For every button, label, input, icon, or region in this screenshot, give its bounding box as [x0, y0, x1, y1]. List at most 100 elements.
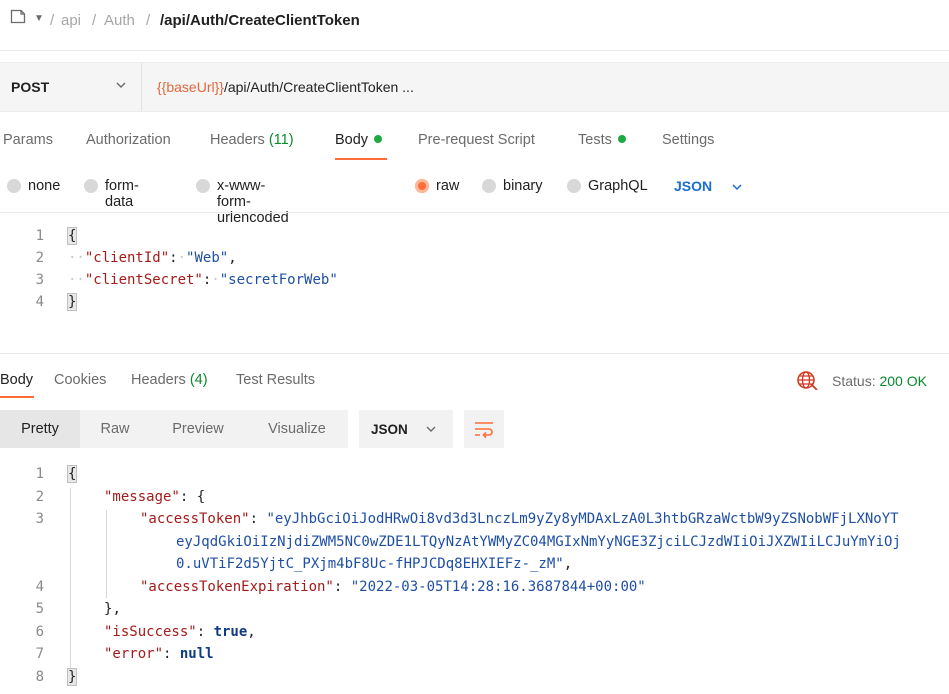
line-number: 6	[35, 624, 44, 640]
json-value: "2022-03-05T14:28:16.3687844+00:00"	[350, 579, 646, 595]
code-line: ··"clientSecret":·"secretForWeb"	[68, 272, 338, 288]
code-line: "isSuccess": true,	[104, 624, 256, 640]
view-preview[interactable]: Preview	[150, 410, 246, 448]
code-line: "accessToken": "eyJhbGciOiJodHRwOi8vd3d3…	[140, 511, 899, 527]
tab-settings[interactable]: Settings	[662, 132, 714, 148]
code-line: }	[66, 293, 78, 311]
tab-headers-label: Headers	[210, 132, 265, 148]
radio-label-none[interactable]: none	[28, 178, 60, 194]
breadcrumb-separator: /	[92, 12, 97, 29]
code-line: },	[104, 601, 121, 617]
code-line-wrapped: 0.uVTiF2d5YjtC_PXjm4bF8Uc-fHPJCDq8EHXIEF…	[176, 556, 573, 572]
tab-headers[interactable]: Headers (11)	[210, 132, 294, 148]
indent-guide	[106, 510, 107, 598]
code-line: }	[66, 668, 78, 686]
json-key: "accessToken"	[140, 511, 250, 527]
brace: {	[196, 489, 206, 505]
radio-binary[interactable]	[482, 179, 496, 193]
divider	[141, 63, 142, 111]
tab-tests[interactable]: Tests	[578, 132, 626, 148]
json-key: "error"	[104, 646, 164, 662]
chevron-down-icon[interactable]	[731, 181, 743, 193]
radio-form-data[interactable]	[84, 179, 98, 193]
view-visualize[interactable]: Visualize	[246, 410, 348, 448]
line-number: 5	[35, 601, 44, 617]
url-path: /api/Auth/CreateClientToken ...	[223, 79, 414, 95]
brace: {	[66, 227, 78, 245]
code-line-wrapped: eyJqdGkiOiIzNjdiZWM5NC0wZDE1LTQyNzAtYWMy…	[176, 534, 901, 550]
line-number: 4	[35, 294, 44, 310]
breadcrumb-separator: /	[146, 12, 151, 29]
radio-label-graphql[interactable]: GraphQL	[588, 178, 648, 194]
breadcrumb-separator: /	[50, 12, 55, 29]
caret-down-icon[interactable]: ▼	[34, 13, 44, 24]
wrap-lines-icon	[475, 422, 493, 438]
headers-count: (11)	[268, 132, 294, 148]
breadcrumb-item-api[interactable]: api	[61, 12, 81, 29]
radio-urlencoded[interactable]	[196, 179, 210, 193]
code-line: ··"clientId":·"Web",	[68, 250, 237, 266]
indent-guide	[70, 488, 71, 668]
response-tab-headers-label: Headers	[131, 372, 186, 388]
active-tab-indicator	[0, 396, 34, 398]
language-dropdown[interactable]: JSON	[674, 178, 712, 194]
json-key: "clientSecret"	[84, 272, 203, 288]
globe-icon[interactable]	[796, 370, 818, 390]
breadcrumb-bar: ▼ / api / Auth / /api/Auth/CreateClientT…	[0, 0, 949, 51]
document-icon[interactable]	[10, 9, 26, 24]
request-body-editor[interactable]: 1 2 3 4 { ··"clientId":·"Web", ··"client…	[0, 212, 949, 354]
status-dot	[617, 135, 626, 143]
format-label: JSON	[371, 422, 408, 437]
radio-graphql[interactable]	[567, 179, 581, 193]
radio-label-binary[interactable]: binary	[503, 178, 543, 194]
radio-none[interactable]	[7, 179, 21, 193]
json-key: "accessTokenExpiration"	[140, 579, 334, 595]
json-value: "Web"	[186, 250, 229, 266]
tab-prerequest-script[interactable]: Pre-request Script	[418, 132, 535, 148]
response-status: Status: 200 OK	[832, 373, 927, 389]
radio-raw[interactable]	[415, 179, 429, 193]
line-number: 3	[35, 511, 44, 527]
tab-body[interactable]: Body	[335, 132, 383, 148]
breadcrumb-current[interactable]: /api/Auth/CreateClientToken	[160, 12, 360, 29]
code-line: {	[66, 227, 78, 245]
brace: }	[66, 293, 78, 311]
line-number: 1	[35, 228, 44, 244]
tab-params[interactable]: Params	[3, 132, 53, 148]
json-key: "clientId"	[84, 250, 170, 266]
headers-count: (4)	[189, 372, 208, 388]
brace: }	[104, 601, 113, 617]
response-tab-test-results[interactable]: Test Results	[236, 372, 315, 388]
chevron-down-icon[interactable]	[115, 79, 127, 91]
brace: }	[66, 668, 78, 686]
wrap-lines-button[interactable]	[464, 410, 504, 448]
code-line: "accessTokenExpiration": "2022-03-05T14:…	[140, 579, 646, 595]
view-pretty[interactable]: Pretty	[0, 410, 80, 448]
response-tab-headers[interactable]: Headers (4)	[131, 372, 208, 388]
json-value: "secretForWeb"	[219, 272, 338, 288]
json-value: true	[213, 624, 248, 640]
line-number: 8	[35, 669, 44, 685]
json-value: null	[179, 646, 214, 662]
url-input[interactable]: {{baseUrl}}/api/Auth/CreateClientToken .…	[157, 79, 414, 95]
code-line: "message": {	[104, 489, 206, 505]
status-label: Status:	[832, 373, 876, 389]
radio-label-raw[interactable]: raw	[436, 178, 459, 194]
response-format-dropdown[interactable]: JSON	[359, 410, 453, 448]
radio-label-form-data[interactable]: form-data	[105, 178, 139, 210]
breadcrumb-item-auth[interactable]: Auth	[104, 12, 135, 29]
json-key: "message"	[104, 489, 180, 505]
response-body-viewer[interactable]: 1 2 3 4 5 6 7 8 { "message": { "accessTo…	[0, 462, 949, 694]
line-number: 1	[35, 466, 44, 482]
method-select[interactable]: POST	[11, 79, 49, 95]
code-line: "error": null	[104, 646, 214, 662]
tab-authorization[interactable]: Authorization	[86, 132, 171, 148]
response-tab-body[interactable]: Body	[0, 372, 33, 388]
tab-tests-label: Tests	[578, 132, 612, 148]
view-raw[interactable]: Raw	[80, 410, 150, 448]
code-line: {	[66, 465, 78, 483]
line-number: 3	[35, 272, 44, 288]
json-value: 0.uVTiF2d5YjtC_PXjm4bF8Uc-fHPJCDq8EHXIEF…	[176, 556, 564, 572]
response-tab-cookies[interactable]: Cookies	[54, 372, 106, 388]
response-view-toggle: Pretty Raw Preview Visualize	[0, 410, 348, 448]
